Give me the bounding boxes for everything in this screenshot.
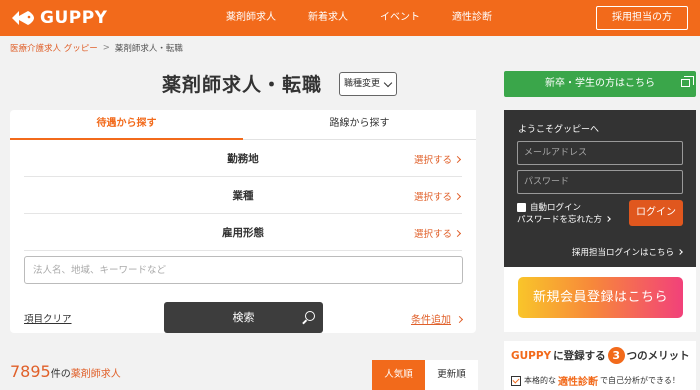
- result-count: 7895件の薬剤師求人: [10, 362, 121, 381]
- breadcrumb-current: 薬剤師求人・転職: [114, 44, 183, 54]
- result-kind: 薬剤師求人: [70, 369, 121, 380]
- criteria-row-employment-type[interactable]: 雇用形態 選択する: [24, 214, 462, 251]
- criteria-row-industry[interactable]: 業種 選択する: [24, 177, 462, 214]
- sort-updated-button[interactable]: 更新順: [425, 360, 478, 390]
- check-icon: [511, 375, 521, 386]
- checkbox-icon: [517, 202, 526, 212]
- criteria-select-link[interactable]: 選択する: [413, 226, 462, 240]
- chevron-right-icon: [453, 229, 462, 238]
- password-field[interactable]: [517, 170, 683, 194]
- search-button-label: 検索: [232, 311, 255, 324]
- new-graduate-label: 新卒・学生の方はこちら: [545, 78, 655, 89]
- nav-item-new-jobs[interactable]: 新着求人: [292, 0, 364, 36]
- tab-search-by-conditions[interactable]: 待遇から探す: [10, 110, 243, 140]
- sort-toggle: 人気順 更新順: [372, 360, 478, 390]
- login-button[interactable]: ログイン: [629, 200, 683, 226]
- forgot-password-link[interactable]: パスワードを忘れた方: [517, 213, 611, 225]
- external-link-icon: [681, 76, 694, 87]
- keyword-input[interactable]: [24, 256, 463, 284]
- merit-line-prefix: 本格的な: [524, 376, 556, 385]
- criteria-label: 雇用形態: [222, 227, 264, 239]
- chevron-down-icon: [383, 78, 393, 88]
- recruiter-login-label: 採用担当ログインはこちら: [571, 248, 674, 258]
- recruiter-login-link[interactable]: 採用担当ログインはこちら: [571, 246, 683, 258]
- fish-logo-icon: [12, 11, 34, 25]
- criteria-select-link[interactable]: 選択する: [413, 152, 462, 166]
- login-welcome: ようこそグッピーへ: [518, 125, 600, 135]
- breadcrumb: 医療介護求人 グッピー > 薬剤師求人・転職: [10, 42, 183, 54]
- merit-title: GUPPY に登録する 3 つのメリット: [511, 347, 690, 364]
- nav-item-aptitude-test[interactable]: 適性診断: [436, 0, 508, 36]
- logo-text: GUPPY: [40, 8, 108, 28]
- sort-popular-button[interactable]: 人気順: [372, 360, 425, 390]
- merit-line-highlight: 適性診断: [558, 377, 598, 388]
- auto-login-label: 自動ログイン: [530, 203, 582, 213]
- merit-box: GUPPY に登録する 3 つのメリット 本格的な 適性診断 で自己分析ができる…: [504, 341, 696, 390]
- main-nav: 薬剤師求人 新着求人 イベント 適性診断: [210, 0, 508, 36]
- recruiter-button[interactable]: 採用担当の方: [596, 6, 688, 30]
- select-label: 選択する: [413, 192, 452, 203]
- add-condition-link[interactable]: 条件追加: [411, 311, 464, 326]
- nav-item-pharmacist-jobs[interactable]: 薬剤師求人: [210, 0, 292, 36]
- page-title: 薬剤師求人・転職: [162, 74, 323, 96]
- nav-item-events[interactable]: イベント: [364, 0, 436, 36]
- select-label: 選択する: [413, 155, 452, 166]
- chevron-right-icon: [677, 249, 683, 255]
- criteria-label: 勤務地: [227, 153, 259, 165]
- criteria-label: 業種: [232, 190, 254, 202]
- result-unit: 件の: [50, 369, 71, 380]
- add-condition-label: 条件追加: [411, 315, 451, 326]
- criteria-select-link[interactable]: 選択する: [413, 189, 462, 203]
- merit-text1: に登録する: [553, 350, 606, 362]
- search-panel: 待遇から探す 路線から探す 勤務地 選択する 業種 選択する 雇用形態 選択する…: [10, 110, 476, 333]
- merit-line-suffix: で自己分析ができる！: [600, 376, 680, 385]
- merit-brand: GUPPY: [511, 349, 552, 362]
- email-field[interactable]: [517, 141, 683, 165]
- site-header: GUPPY 薬剤師求人 新着求人 イベント 適性診断 採用担当の方: [0, 0, 700, 36]
- forgot-password-label: パスワードを忘れた方: [517, 215, 603, 225]
- chevron-right-icon: [453, 155, 462, 164]
- chevron-right-icon: [453, 192, 462, 201]
- breadcrumb-separator: >: [102, 43, 110, 53]
- tab-search-by-line[interactable]: 路線から探す: [243, 110, 476, 140]
- register-section: 新規会員登録はこちら: [504, 267, 696, 332]
- criteria-row-location[interactable]: 勤務地 選択する: [24, 140, 462, 177]
- merit-line: 本格的な 適性診断 で自己分析ができる！: [511, 373, 680, 388]
- chevron-right-icon: [605, 216, 611, 222]
- job-change-select[interactable]: 職種変更: [339, 72, 397, 96]
- clear-conditions-link[interactable]: 項目クリア: [24, 311, 72, 325]
- guppy-logo[interactable]: GUPPY: [10, 8, 108, 28]
- search-button[interactable]: 検索: [164, 302, 323, 333]
- chevron-right-icon: [455, 315, 464, 324]
- breadcrumb-home[interactable]: 医療介護求人 グッピー: [10, 42, 98, 54]
- new-graduate-button[interactable]: 新卒・学生の方はこちら: [504, 71, 696, 97]
- search-tabs: 待遇から探す 路線から探す: [10, 110, 476, 140]
- result-number: 7895: [10, 362, 51, 381]
- merit-number: 3: [607, 347, 625, 364]
- job-change-label: 職種変更: [344, 79, 381, 89]
- search-icon: [305, 311, 315, 321]
- select-label: 選択する: [413, 229, 452, 240]
- login-box: ようこそグッピーへ 自動ログイン パスワードを忘れた方 ログイン 採用担当ログイ…: [504, 110, 696, 267]
- auto-login-checkbox[interactable]: 自動ログイン: [517, 201, 581, 213]
- merit-text2: つのメリット: [626, 350, 690, 362]
- register-button[interactable]: 新規会員登録はこちら: [518, 277, 683, 318]
